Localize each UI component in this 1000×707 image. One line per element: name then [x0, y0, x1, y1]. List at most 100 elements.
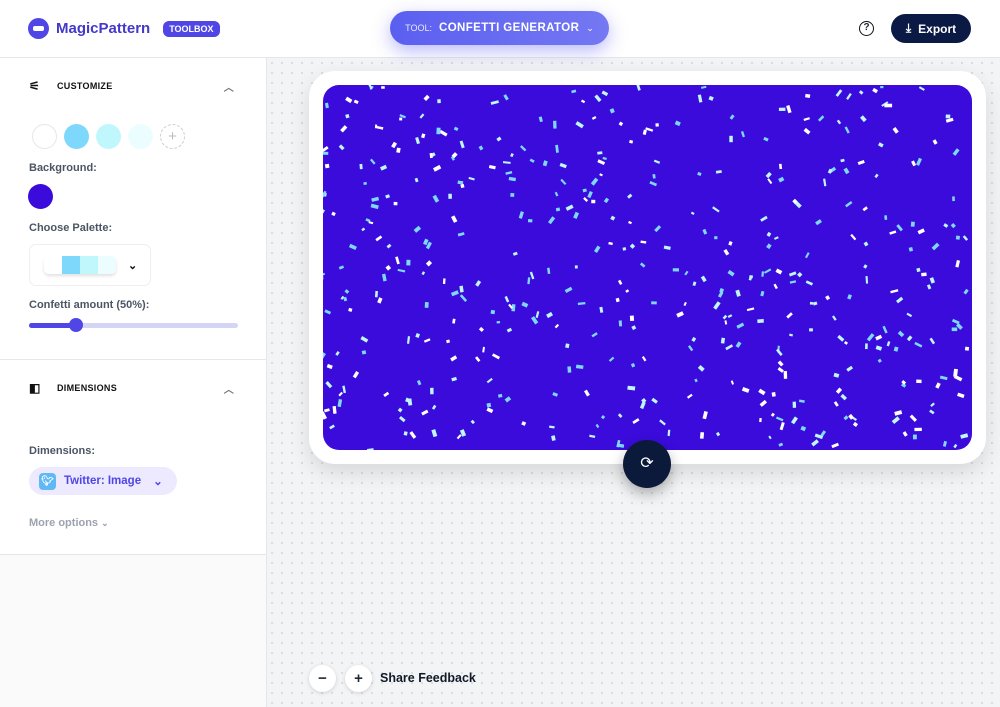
confetti-piece — [574, 265, 578, 269]
more-options-toggle[interactable]: More options ⌄ — [0, 495, 266, 551]
color-swatch[interactable] — [96, 124, 121, 149]
zoom-in-button[interactable]: + — [345, 665, 372, 692]
confetti-piece — [912, 434, 917, 440]
confetti-piece — [429, 152, 433, 159]
confetti-piece — [323, 151, 329, 155]
toolbox-badge: TOOLBOX — [163, 20, 220, 37]
confetti-piece — [448, 193, 452, 199]
confetti-piece — [437, 99, 441, 104]
dimensions-header[interactable]: ◧ DIMENSIONS ︿ — [0, 360, 266, 416]
help-icon[interactable]: ? — [859, 21, 874, 36]
confetti-piece — [921, 272, 927, 277]
confetti-piece — [381, 86, 385, 89]
confetti-piece — [655, 123, 659, 127]
confetti-piece — [553, 120, 557, 129]
confetti-piece — [759, 417, 762, 423]
dimensions-label: Dimensions: — [29, 445, 96, 457]
preview-card — [309, 71, 986, 464]
confetti-piece — [884, 103, 893, 108]
confetti-piece — [424, 302, 429, 308]
chevron-up-icon[interactable]: ︿ — [224, 381, 234, 396]
confetti-piece — [436, 127, 441, 135]
palette-dropdown[interactable]: ⌄ — [29, 244, 151, 286]
confetti-piece — [761, 271, 764, 277]
chevron-down-icon: ⌄ — [153, 476, 163, 488]
share-feedback-link[interactable]: Share Feedback — [380, 671, 476, 685]
confetti-amount-slider[interactable] — [29, 318, 238, 332]
tool-prefix: TOOL: — [405, 23, 432, 33]
confetti-piece — [651, 301, 657, 305]
confetti-piece — [567, 366, 572, 373]
tool-selector[interactable]: TOOL: CONFETTI GENERATOR ⌄ — [390, 11, 609, 45]
canvas-area: ⟳ − + Share Feedback — [267, 58, 1000, 707]
color-swatch[interactable] — [64, 124, 89, 149]
confetti-piece — [792, 401, 797, 408]
confetti-piece — [629, 315, 635, 321]
confetti-piece — [771, 392, 776, 397]
confetti-piece — [627, 385, 636, 391]
zoom-out-button[interactable]: − — [309, 665, 336, 692]
confetti-piece — [783, 371, 788, 379]
customize-header[interactable]: ⚟ CUSTOMIZE ︿ — [0, 58, 266, 114]
sliders-icon: ⚟ — [29, 79, 41, 93]
download-icon: ⤓ — [905, 21, 912, 35]
confetti-piece — [916, 379, 922, 384]
chevron-up-icon[interactable]: ︿ — [224, 79, 234, 94]
chevron-down-icon: ⌄ — [586, 22, 594, 33]
confetti-piece — [591, 199, 596, 204]
confetti-piece — [951, 327, 958, 332]
logo-icon — [28, 18, 49, 39]
confetti-piece — [324, 163, 330, 169]
confetti-piece — [672, 268, 679, 272]
brand-name: MagicPattern — [56, 20, 151, 37]
sidebar: ⚟ CUSTOMIZE ︿ + Background: Choose Palet… — [0, 58, 267, 707]
dimensions-section: ◧ DIMENSIONS ︿ Dimensions: 🐦︎ Twitter: I… — [0, 360, 266, 555]
confetti-piece — [865, 343, 868, 350]
confetti-piece — [880, 86, 884, 89]
confetti-piece — [396, 147, 401, 153]
color-swatch[interactable] — [128, 124, 153, 149]
confetti-piece — [359, 163, 363, 170]
confetti-piece — [699, 432, 705, 439]
refresh-icon: ⟳ — [640, 455, 654, 472]
confetti-piece — [403, 431, 408, 436]
confetti-piece — [945, 114, 951, 119]
chevron-down-icon: ⌄ — [128, 259, 138, 272]
confetti-piece — [757, 318, 764, 324]
dimensions-dropdown[interactable]: 🐦︎ Twitter: Image ⌄ — [29, 467, 177, 495]
confetti-piece — [809, 328, 813, 332]
color-swatch[interactable] — [32, 124, 57, 149]
confetti-piece — [914, 427, 922, 432]
header: MagicPattern TOOLBOX TOOL: CONFETTI GENE… — [0, 0, 1000, 58]
confetti-piece — [406, 259, 411, 266]
confetti-piece — [618, 320, 623, 327]
confetti-piece — [486, 402, 492, 408]
confetti-piece — [510, 193, 515, 197]
dimensions-value: Twitter: Image — [64, 475, 142, 487]
confetti-piece — [910, 221, 915, 227]
chevron-down-icon: ⌄ — [101, 518, 109, 528]
confetti-piece — [729, 135, 733, 143]
confetti-piece — [374, 290, 378, 298]
confetti-piece — [964, 346, 970, 351]
confetti-piece — [565, 343, 570, 349]
customize-title: CUSTOMIZE — [57, 81, 113, 91]
slider-thumb[interactable] — [69, 318, 84, 332]
add-color-button[interactable]: + — [160, 124, 185, 149]
dimensions-icon: ◧ — [29, 381, 41, 395]
twitter-icon: 🐦︎ — [39, 472, 56, 490]
regenerate-button[interactable]: ⟳ — [623, 440, 671, 488]
background-color-swatch[interactable] — [28, 184, 53, 209]
export-button[interactable]: ⤓ Export — [891, 14, 971, 43]
confetti-piece — [952, 196, 955, 202]
confetti-piece — [430, 387, 434, 395]
export-label: Export — [918, 21, 957, 36]
confetti-piece — [884, 215, 888, 220]
logo[interactable]: MagicPattern TOOLBOX — [28, 18, 220, 39]
preview-background — [323, 85, 972, 450]
confetti-piece — [393, 201, 398, 206]
confetti-piece — [490, 309, 496, 315]
confetti-preview — [323, 85, 972, 450]
confetti-piece — [809, 301, 814, 305]
confetti-piece — [714, 236, 718, 240]
